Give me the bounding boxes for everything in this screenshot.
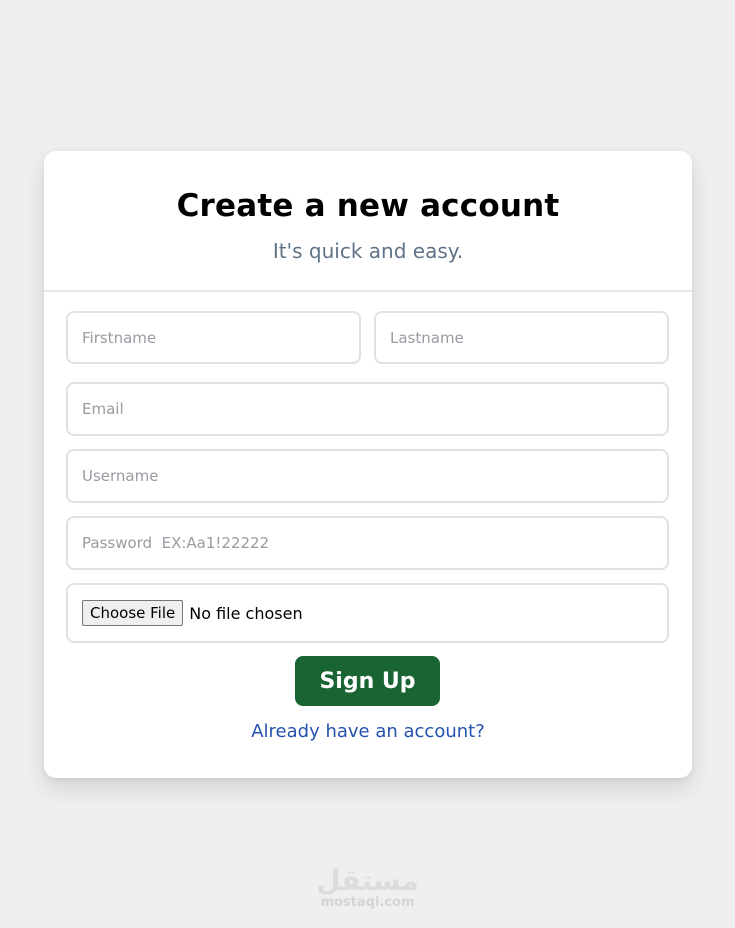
signup-card: Create a new account It's quick and easy…: [44, 151, 692, 778]
watermark: مستقل mostaqi.com: [0, 866, 735, 910]
card-header: Create a new account It's quick and easy…: [44, 151, 692, 292]
email-input[interactable]: [66, 382, 669, 436]
username-input[interactable]: [66, 449, 669, 503]
password-input[interactable]: [66, 516, 669, 570]
login-link[interactable]: Already have an account?: [44, 721, 692, 742]
firstname-input[interactable]: [66, 311, 361, 364]
sign-up-button[interactable]: Sign Up: [295, 656, 440, 706]
choose-file-button[interactable]: Choose File: [82, 600, 184, 626]
page-title: Create a new account: [176, 188, 560, 224]
watermark-logo: مستقل: [316, 864, 419, 897]
file-status-text: No file chosen: [189, 603, 303, 623]
page-subtitle: It's quick and easy.: [272, 239, 464, 263]
file-upload-field: Choose File No file chosen: [66, 583, 669, 643]
lastname-input[interactable]: [374, 311, 669, 364]
watermark-site: mostaqi.com: [320, 895, 415, 910]
